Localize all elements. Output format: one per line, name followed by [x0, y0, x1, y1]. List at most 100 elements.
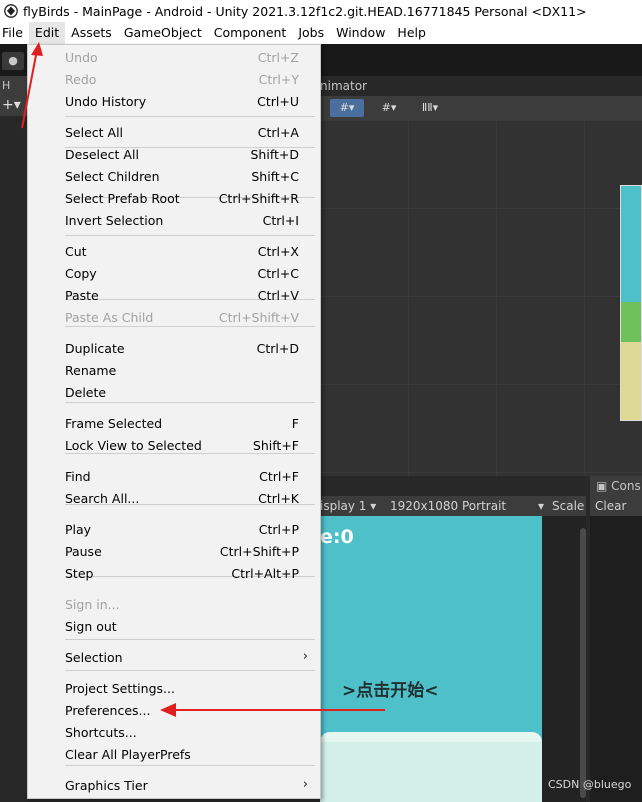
menu-item-clear-all-playerprefs[interactable]: Clear All PlayerPrefs	[28, 744, 320, 766]
menu-item-label: Undo History	[65, 94, 147, 109]
menu-item-step[interactable]: Step Ctrl+Alt+P	[28, 563, 320, 585]
menu-item-label: Paste As Child	[65, 310, 154, 325]
menu-component[interactable]: Component	[208, 22, 293, 44]
menu-help[interactable]: Help	[391, 22, 432, 44]
menu-item-label: Select Prefab Root	[65, 191, 180, 206]
menu-item-undo-history[interactable]: Undo History Ctrl+U	[28, 91, 320, 113]
display-select[interactable]: isplay 1 ▾	[320, 497, 376, 515]
game-panel-header	[320, 476, 586, 496]
menu-item-label: Paste	[65, 288, 99, 303]
menu-item-shortcut: Ctrl+I	[262, 213, 299, 228]
resolution-select[interactable]: 1920x1080 Portrait	[390, 497, 506, 515]
menu-item-shortcut: Ctrl+P	[258, 522, 299, 537]
console-icon: ▣	[596, 479, 608, 493]
chevron-right-icon: ›	[302, 777, 308, 792]
menu-item-search-all[interactable]: Search All... Ctrl+K	[28, 488, 320, 510]
menu-item-copy[interactable]: Copy Ctrl+C	[28, 263, 320, 285]
menu-item-shortcuts[interactable]: Shortcuts...	[28, 722, 320, 744]
account-icon: ●	[8, 54, 18, 67]
menu-item-duplicate[interactable]: Duplicate Ctrl+D	[28, 338, 320, 360]
game-toolbar: isplay 1 ▾ 1920x1080 Portrait ▾ Scale	[320, 496, 586, 516]
snap-increment-dropdown[interactable]: #▾	[372, 99, 406, 117]
game-scrollbar[interactable]	[580, 528, 586, 798]
menu-file[interactable]: File	[0, 22, 29, 44]
grid-icon: #▾	[339, 101, 355, 114]
score-text: e:0	[320, 526, 354, 548]
hierarchy-add-button[interactable]: +▾	[0, 96, 30, 116]
menu-item-label: Play	[65, 522, 92, 537]
menu-item-frame-selected[interactable]: Frame Selected F	[28, 413, 320, 435]
menu-item-label: Sign out	[65, 619, 117, 634]
scene-view[interactable]	[320, 120, 642, 476]
menu-item-label: Invert Selection	[65, 213, 164, 228]
menu-separator	[65, 235, 315, 236]
menu-item-shortcut: Ctrl+A	[257, 125, 299, 140]
menu-item-redo: Redo Ctrl+Y	[28, 69, 320, 91]
menu-jobs[interactable]: Jobs	[292, 22, 330, 44]
console-panel	[590, 516, 642, 802]
console-toolbar: Clear	[590, 496, 642, 516]
menu-item-label: Step	[65, 566, 94, 581]
menu-item-play[interactable]: Play Ctrl+P	[28, 519, 320, 541]
console-tab[interactable]: ▣ Cons	[590, 476, 642, 496]
menu-item-label: Graphics Tier	[65, 778, 148, 793]
menu-item-shortcut: Ctrl+X	[257, 244, 299, 259]
menu-item-deselect-all[interactable]: Deselect All Shift+D	[28, 144, 320, 166]
menu-window[interactable]: Window	[330, 22, 391, 44]
console-clear-button[interactable]: Clear	[595, 499, 626, 513]
menu-item-invert-selection[interactable]: Invert Selection Ctrl+I	[28, 210, 320, 232]
menu-edit[interactable]: Edit	[28, 22, 66, 44]
menu-item-paste[interactable]: Paste Ctrl+V	[28, 285, 320, 307]
menu-item-pause[interactable]: Pause Ctrl+Shift+P	[28, 541, 320, 563]
scene-grass	[621, 302, 641, 342]
menu-item-select-children[interactable]: Select Children Shift+C	[28, 166, 320, 188]
menu-item-find[interactable]: Find Ctrl+F	[28, 466, 320, 488]
resolution-dropdown-arrow-icon[interactable]: ▾	[538, 497, 544, 515]
background-city	[320, 742, 542, 802]
menu-item-preferences[interactable]: Preferences...	[28, 700, 320, 722]
menu-item-shortcut: Ctrl+V	[257, 288, 299, 303]
unity-logo-icon	[4, 4, 18, 18]
menu-item-sign-out[interactable]: Sign out	[28, 616, 320, 638]
menu-separator	[65, 639, 315, 640]
menu-item-shortcut: Ctrl+U	[257, 94, 299, 109]
menu-item-shortcut: Shift+D	[250, 147, 299, 162]
menu-item-label: Redo	[65, 72, 97, 87]
menu-item-lock-view-to-selected[interactable]: Lock View to Selected Shift+F	[28, 435, 320, 457]
account-button[interactable]: ●	[2, 52, 24, 70]
menu-separator	[65, 116, 315, 117]
menu-item-label: Search All...	[65, 491, 140, 506]
menu-item-select-all[interactable]: Select All Ctrl+A	[28, 122, 320, 144]
hierarchy-tab[interactable]: H	[0, 76, 30, 96]
menu-item-label: Deselect All	[65, 147, 139, 162]
menu-item-rename[interactable]: Rename	[28, 360, 320, 382]
menu-item-sign-in: Sign in...	[28, 594, 320, 616]
menu-item-label: Find	[65, 469, 91, 484]
menu-item-selection[interactable]: Selection ›	[28, 647, 320, 669]
animator-tab[interactable]: nimator	[320, 76, 642, 96]
display-select-value: isplay 1	[320, 499, 367, 513]
game-view[interactable]: e:0 >点击开始<	[320, 516, 542, 802]
menu-item-shortcut: Ctrl+Alt+P	[231, 566, 299, 581]
menu-item-label: Pause	[65, 544, 102, 559]
window-title: flyBirds - MainPage - Android - Unity 20…	[23, 3, 587, 19]
hierarchy-panel	[0, 116, 30, 802]
menu-item-graphics-tier[interactable]: Graphics Tier ›	[28, 775, 320, 797]
menu-gameobject[interactable]: GameObject	[118, 22, 208, 44]
menu-item-cut[interactable]: Cut Ctrl+X	[28, 241, 320, 263]
menu-item-label: Shortcuts...	[65, 725, 137, 740]
menu-item-label: Duplicate	[65, 341, 125, 356]
menu-item-select-prefab-root[interactable]: Select Prefab Root Ctrl+Shift+R	[28, 188, 320, 210]
menu-item-delete[interactable]: Delete	[28, 382, 320, 404]
menu-item-label: Clear All PlayerPrefs	[65, 747, 191, 762]
title-bar: flyBirds - MainPage - Android - Unity 20…	[0, 0, 642, 22]
menu-item-shortcut: Ctrl+Shift+V	[218, 310, 299, 325]
scene-game-preview	[620, 185, 642, 421]
menu-item-project-settings[interactable]: Project Settings...	[28, 678, 320, 700]
ruler-dropdown[interactable]: ⅡⅡ▾	[412, 99, 448, 117]
grid-snap-toggle[interactable]: #▾	[330, 99, 364, 117]
menu-assets[interactable]: Assets	[65, 22, 118, 44]
menu-item-label: Cut	[65, 244, 87, 259]
menu-item-label: Select All	[65, 125, 124, 140]
menu-bar: File Edit Assets GameObject Component Jobs Win…	[0, 22, 642, 44]
